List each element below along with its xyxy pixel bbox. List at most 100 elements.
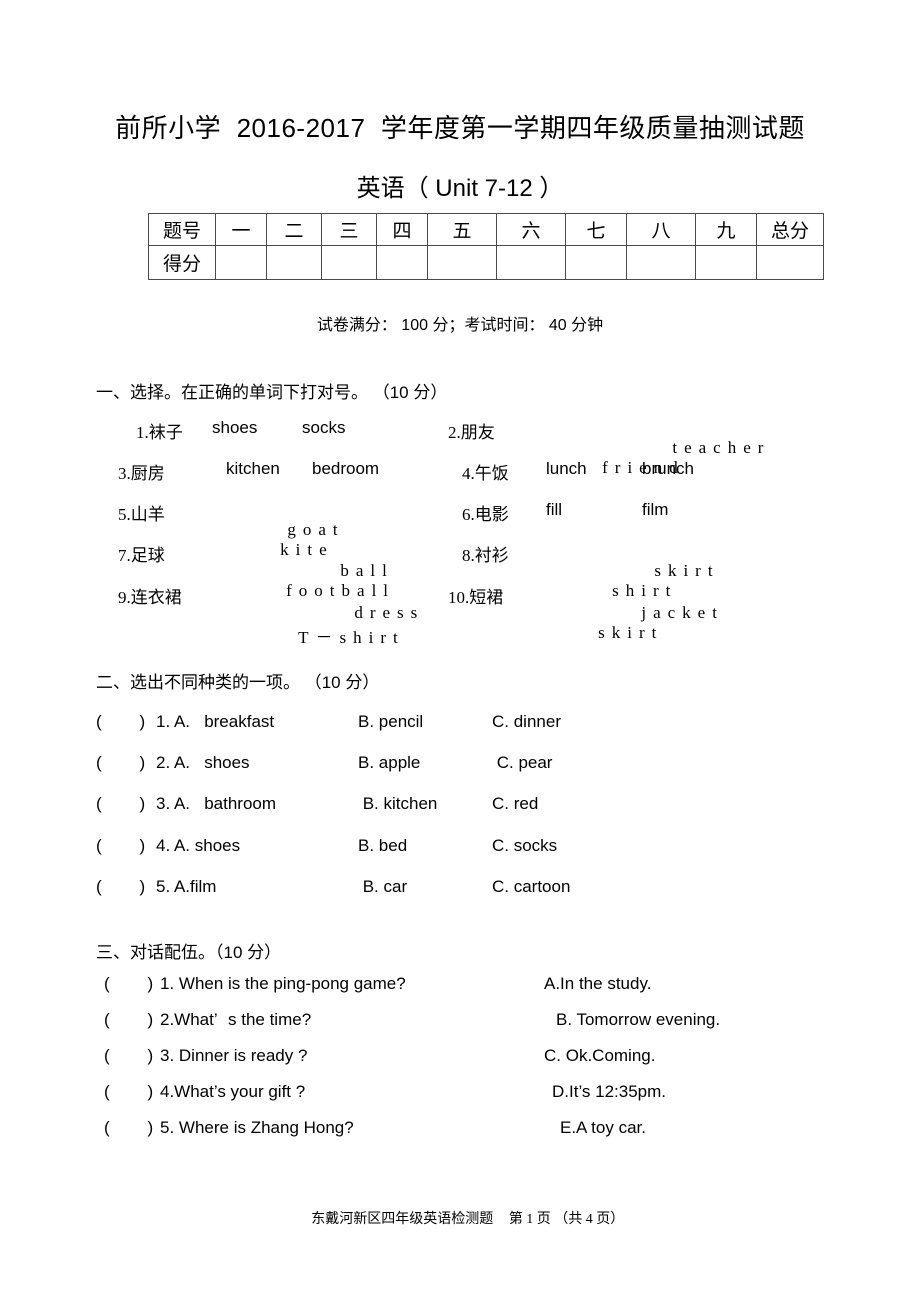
answer-bracket-3-1[interactable]: ( ) — [104, 974, 153, 994]
s2-q1-option-b[interactable]: B. pencil — [358, 712, 423, 732]
s3-match-option-a[interactable]: A.In the study. — [544, 974, 651, 994]
score-table-col-3: 三 — [321, 213, 377, 246]
s3-q3-question: 3. Dinner is ready ? — [160, 1046, 308, 1065]
answer-bracket-3-3[interactable]: ( ) — [104, 1046, 153, 1066]
section-3-row-2: ( ) 2.What’ s the time? B. Tomorrow eveni… — [104, 1010, 720, 1036]
s2-q5-option-a[interactable]: 5. A.film — [156, 877, 216, 897]
score-table-col-2: 二 — [266, 213, 322, 246]
q10-overlap-pair: skirt jacket — [560, 603, 717, 683]
answer-bracket-3-2[interactable]: ( ) — [104, 1010, 153, 1030]
s3-match-option-d[interactable]: D.It’s 12:35pm. — [552, 1082, 666, 1102]
answer-bracket-2-3[interactable]: ( ) — [96, 794, 145, 814]
s2-q5-option-c[interactable]: C. cartoon — [492, 877, 570, 897]
answer-bracket-2-4[interactable]: ( ) — [96, 836, 145, 856]
section-1-row-2: 3.厨房 kitchen bedroom 4.午饭 lunch brunch — [96, 459, 856, 489]
score-table-col-8: 八 — [626, 213, 696, 246]
q2-label: 2.朋友 — [448, 423, 495, 442]
s3-q4-question: 4.What’s your gift ? — [160, 1082, 306, 1101]
score-table-col-total: 总分 — [756, 213, 824, 246]
s3-match-option-e[interactable]: E.A toy car. — [560, 1118, 646, 1138]
s2-q2-option-c[interactable]: C. pear — [492, 753, 553, 773]
q4-option-b[interactable]: brunch — [642, 459, 694, 479]
section-3-row-1: ( ) 1. When is the ping-pong game? A.In … — [104, 974, 651, 1000]
score-table-row-label-question: 题号 — [148, 213, 216, 246]
score-cell-4[interactable] — [376, 245, 428, 280]
s2-q3-option-c[interactable]: C. red — [492, 794, 538, 814]
footer-page-label: 第 1 页 （共 4 页） — [508, 1212, 625, 1227]
s3-q2-overlap-pair: 2.What’ s the time? — [160, 1010, 312, 1029]
page-title: 前所小学 2016-2017 学年度第一学期四年级质量抽测试题 — [115, 113, 805, 143]
q1-option-b[interactable]: socks — [302, 418, 345, 438]
section-1-row-3: 5.山羊 kite goat 6.电影 fill film — [96, 500, 856, 559]
s3-match-option-b[interactable]: B. Tomorrow evening. — [556, 1010, 720, 1030]
section-2-row-4: ( ) 4. A. shoes B. bed C. socks — [96, 836, 557, 862]
score-cell-6[interactable] — [496, 245, 566, 280]
q3-label: 3.厨房 — [118, 464, 165, 483]
score-cell-8[interactable] — [626, 245, 696, 280]
q6-option-b[interactable]: film — [642, 500, 668, 520]
section-1-row-5: 9.连衣裙 T－shirt dress 10.短裙 skirt jacket — [96, 583, 856, 647]
footer-doc-label: 东戴河新区四年级英语检测题 — [311, 1210, 494, 1226]
q7-option-b[interactable]: ball — [340, 561, 394, 581]
s2-q1-option-a[interactable]: 1. A. breakfast — [156, 712, 274, 732]
section-3-row-3: ( ) 3. Dinner is ready ? C. Ok.Coming. — [104, 1046, 655, 1072]
s2-q5-option-b[interactable]: B. car — [358, 877, 407, 897]
s3-q2-question: 2.What’ s the time? — [160, 1010, 312, 1030]
answer-bracket-2-1[interactable]: ( ) — [96, 712, 145, 732]
section-3-row-5: ( ) 5. Where is Zhang Hong? E.A toy car. — [104, 1118, 646, 1144]
page-subtitle: 英语（ Unit 7-12 ） — [356, 175, 564, 202]
q5-option-b[interactable]: goat — [287, 520, 344, 540]
q5-label: 5.山羊 — [118, 505, 165, 524]
s2-q4-option-a[interactable]: 4. A. shoes — [156, 836, 240, 856]
score-table-col-1: 一 — [215, 213, 267, 246]
answer-bracket-2-5[interactable]: ( ) — [96, 877, 145, 897]
score-table-col-4: 四 — [376, 213, 428, 246]
s2-q3-option-b[interactable]: B. kitchen — [358, 794, 438, 814]
q6-label: 6.电影 — [462, 505, 509, 524]
q3-option-b[interactable]: bedroom — [312, 459, 379, 479]
q1-label: 1.袜子 — [136, 423, 183, 442]
q10-options: skirt jacket — [532, 583, 717, 703]
answer-bracket-3-5[interactable]: ( ) — [104, 1118, 153, 1138]
answer-bracket-2-2[interactable]: ( ) — [96, 753, 145, 773]
q9-option-b[interactable]: dress — [354, 603, 424, 623]
s2-q2-option-b[interactable]: B. apple — [358, 753, 420, 773]
section-1-row-1: 1.袜子 shoes socks 2.朋友 friend teacher — [96, 418, 856, 477]
q1-option-a[interactable]: shoes — [212, 418, 257, 438]
score-cell-total[interactable] — [756, 245, 824, 280]
section-2-row-3: ( ) 3. A. bathroom B. kitchen C. red — [96, 794, 538, 820]
score-table-col-9: 九 — [695, 213, 757, 246]
score-table-col-6: 六 — [496, 213, 566, 246]
score-cell-3[interactable] — [321, 245, 377, 280]
s3-match-option-c[interactable]: C. Ok.Coming. — [544, 1046, 655, 1066]
s2-q2-option-a[interactable]: 2. A. shoes — [156, 753, 250, 773]
section-3-heading: 三、对话配伍。（10 分） — [96, 943, 282, 962]
score-cell-2[interactable] — [266, 245, 322, 280]
score-table: 题号 一 二 三 四 五 六 七 八 九 总分 得分 — [148, 213, 824, 280]
section-2-row-1: ( ) 1. A. breakfast B. pencil C. dinner — [96, 712, 561, 738]
q4-option-a[interactable]: lunch — [546, 459, 587, 479]
section-2-row-2: ( ) 2. A. shoes B. apple C. pear — [96, 753, 552, 779]
s2-q3-option-a[interactable]: 3. A. bathroom — [156, 794, 276, 814]
score-cell-7[interactable] — [565, 245, 627, 280]
score-table-col-7: 七 — [565, 213, 627, 246]
s3-q1-question: 1. When is the ping-pong game? — [160, 974, 406, 993]
exam-paper-page: 前所小学 2016-2017 学年度第一学期四年级质量抽测试题 英语（ Unit… — [0, 0, 920, 1301]
q6-option-a[interactable]: fill — [546, 500, 562, 520]
q9-option-a[interactable]: T－shirt — [298, 628, 405, 647]
s2-q4-option-b[interactable]: B. bed — [358, 836, 407, 856]
q7-label: 7.足球 — [118, 546, 165, 565]
q3-option-a[interactable]: kitchen — [226, 459, 280, 479]
q10-option-a[interactable]: skirt — [598, 623, 663, 642]
q10-option-b[interactable]: jacket — [641, 603, 724, 623]
q2-option-b[interactable]: teacher — [672, 438, 770, 458]
answer-bracket-3-4[interactable]: ( ) — [104, 1082, 153, 1102]
q8-option-b[interactable]: skirt — [654, 561, 719, 581]
s3-q5-question: 5. Where is Zhang Hong? — [160, 1118, 354, 1137]
score-cell-9[interactable] — [695, 245, 757, 280]
score-cell-1[interactable] — [215, 245, 267, 280]
score-table-row-label-score: 得分 — [148, 245, 216, 280]
s2-q4-option-c[interactable]: C. socks — [492, 836, 557, 856]
s2-q1-option-c[interactable]: C. dinner — [492, 712, 561, 732]
score-cell-5[interactable] — [427, 245, 497, 280]
